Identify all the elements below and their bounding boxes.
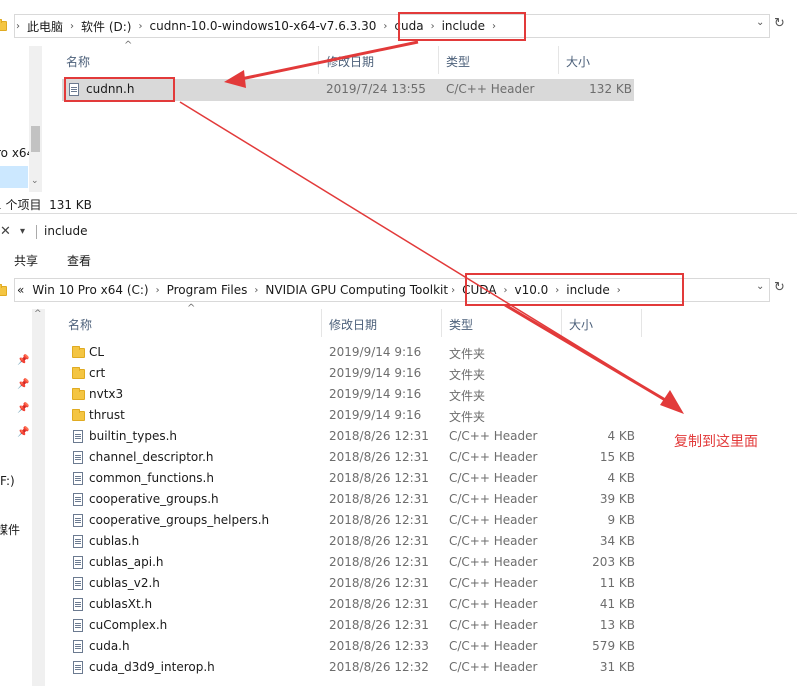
annotation-arrows <box>179 40 684 414</box>
arrow-to-target-thick <box>504 303 673 406</box>
arrowhead-icon <box>660 390 684 414</box>
annotation-label: 复制到这里面 <box>674 434 758 450</box>
arrow-to-source <box>235 40 419 82</box>
arrowhead-icon <box>224 70 246 88</box>
